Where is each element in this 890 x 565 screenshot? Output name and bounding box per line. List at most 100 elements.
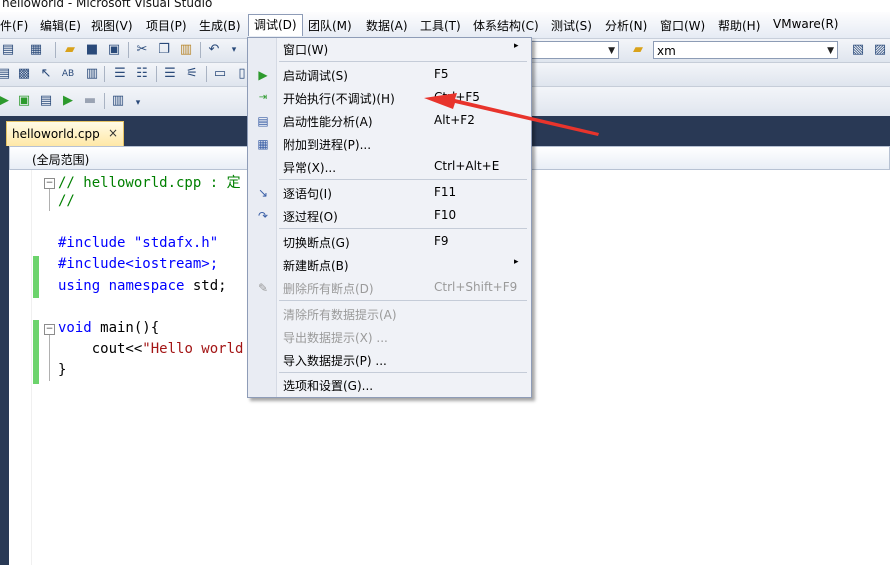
scope-dropdown[interactable]: (全局范围): [32, 151, 89, 168]
parameter-info-icon[interactable]: ↖: [38, 66, 54, 82]
debug-menu-delete-all-breakpoints[interactable]: ✎ 删除所有断点(D) Ctrl+Shift+F9: [248, 277, 531, 299]
start-debug-icon[interactable]: ▣: [16, 93, 32, 109]
menu-project[interactable]: 项目(P): [146, 17, 187, 34]
solution-config-combo[interactable]: ▼: [530, 41, 619, 59]
indent-icon[interactable]: ▤: [0, 66, 12, 82]
toolbar-divider: [55, 42, 56, 58]
find-combo[interactable]: xm ▼: [653, 41, 838, 59]
step-icon[interactable]: ▶: [60, 93, 76, 109]
complete-word-icon[interactable]: ▥: [84, 66, 100, 82]
menu-architecture[interactable]: 体系结构(C): [473, 17, 539, 34]
copy-icon[interactable]: ❐: [156, 42, 172, 58]
play-icon: ▶: [258, 68, 268, 82]
menu-test[interactable]: 测试(S): [551, 17, 592, 34]
play-icon[interactable]: ▶: [0, 93, 12, 109]
decrease-indent-icon[interactable]: ☰: [112, 66, 128, 82]
save-all-icon[interactable]: ▣: [106, 42, 122, 58]
debug-menu-attach-process[interactable]: ▦ 附加到进程(P)...: [248, 133, 531, 155]
collapse-icon[interactable]: −: [44, 324, 55, 335]
menu-debug[interactable]: 调试(D): [248, 14, 303, 36]
submenu-arrow-icon: ▸: [514, 257, 519, 267]
code-line: cout<<"Hello world: [58, 341, 244, 357]
submenu-arrow-icon: ▸: [514, 41, 519, 51]
menu-separator: [279, 61, 527, 62]
debug-menu-new-breakpoint[interactable]: 新建断点(B) ▸: [248, 254, 531, 276]
change-indicator: [33, 256, 39, 298]
open-folder-icon[interactable]: ▰: [62, 42, 78, 58]
debug-menu-start-without-debugging[interactable]: ⇥ 开始执行(不调试)(H) Ctrl+F5: [248, 87, 531, 109]
run-without-debug-icon: ⇥: [258, 92, 268, 103]
performance-icon: ▤: [257, 114, 269, 128]
outline-line: [49, 335, 50, 381]
toolbar-divider: [128, 42, 129, 58]
menu-edit[interactable]: 编辑(E): [40, 17, 81, 34]
editor-margin: [9, 170, 32, 565]
step-into-icon: ↘: [257, 186, 269, 200]
find-combo-value: xm: [657, 44, 676, 58]
comment-icon[interactable]: ☰: [162, 66, 178, 82]
watch-icon[interactable]: ▥: [110, 93, 126, 109]
code-line: using namespace std;: [58, 278, 227, 294]
step-over-icon: ↷: [257, 209, 269, 223]
undo-icon[interactable]: ↶: [206, 42, 222, 58]
paste-icon[interactable]: ▥: [178, 42, 194, 58]
quick-info-icon[interactable]: AB: [60, 66, 76, 82]
add-item-icon[interactable]: ▦: [28, 42, 44, 58]
save-icon[interactable]: ■: [84, 42, 100, 58]
menu-tools[interactable]: 工具(T): [420, 17, 461, 34]
collapse-icon[interactable]: −: [44, 178, 55, 189]
menu-vmware[interactable]: VMware(R): [773, 17, 838, 31]
menu-separator: [279, 179, 527, 180]
uncomment-icon[interactable]: ⚟: [184, 66, 200, 82]
toolbar-overflow-icon[interactable]: ▾: [130, 95, 146, 111]
close-icon[interactable]: ×: [108, 126, 118, 140]
debug-menu-window[interactable]: 窗口(W) ▸: [248, 38, 531, 60]
tab-helloworld-cpp[interactable]: helloworld.cpp ×: [6, 121, 124, 146]
toolbar-divider: [200, 42, 201, 58]
debug-menu-options[interactable]: 选项和设置(G)...: [248, 374, 531, 396]
member-list-icon[interactable]: ▩: [16, 66, 32, 82]
title-bar: helloworld - Microsoft Visual Studio: [0, 0, 890, 12]
find-in-files-icon[interactable]: ▰: [630, 42, 646, 58]
menu-team[interactable]: 团队(M): [308, 17, 352, 34]
menu-build[interactable]: 生成(B): [199, 17, 241, 34]
code-line: #include<iostream>;: [58, 256, 219, 272]
debug-menu-clear-datatips[interactable]: 清除所有数据提示(A): [248, 303, 531, 325]
debug-menu-import-datatips[interactable]: 导入数据提示(P) ...: [248, 349, 531, 371]
menu-separator: [279, 228, 527, 229]
toolbar-divider: [104, 66, 105, 82]
undo-dropdown-icon[interactable]: ▾: [226, 42, 242, 58]
code-line: }: [58, 362, 67, 378]
debug-menu-toggle-breakpoint[interactable]: 切换断点(G) F9: [248, 231, 531, 253]
menu-window[interactable]: 窗口(W): [660, 17, 705, 34]
cut-icon[interactable]: ✂: [134, 42, 150, 58]
debug-menu-exceptions[interactable]: 异常(X)... Ctrl+Alt+E: [248, 156, 531, 178]
toolbar-divider: [104, 93, 105, 109]
debug-menu-step-into[interactable]: ↘ 逐语句(I) F11: [248, 182, 531, 204]
break-icon[interactable]: ▤: [38, 93, 54, 109]
debug-menu-start-debugging[interactable]: ▶ 启动调试(S) F5: [248, 64, 531, 86]
chevron-down-icon: ▼: [827, 46, 834, 56]
properties-icon[interactable]: ▨: [872, 42, 888, 58]
chevron-down-icon: ▼: [608, 46, 615, 56]
debug-menu-export-datatips[interactable]: 导出数据提示(X) ...: [248, 326, 531, 348]
menu-file[interactable]: 件(F): [0, 17, 28, 34]
debug-menu-step-over[interactable]: ↷ 逐过程(O) F10: [248, 205, 531, 227]
bookmark-icon[interactable]: ▭: [212, 66, 228, 82]
toolbar-divider: [206, 66, 207, 82]
outline-line: [49, 189, 50, 211]
left-chrome: [0, 170, 9, 565]
solution-explorer-icon[interactable]: ▧: [850, 42, 866, 58]
menu-analyze[interactable]: 分析(N): [605, 17, 647, 34]
tab-label: helloworld.cpp: [12, 127, 100, 141]
window-title: helloworld - Microsoft Visual Studio: [2, 0, 213, 10]
new-project-icon[interactable]: ▤: [0, 42, 16, 58]
increase-indent-icon[interactable]: ☷: [134, 66, 150, 82]
stop-icon[interactable]: ▬: [82, 93, 98, 109]
menu-help[interactable]: 帮助(H): [718, 17, 760, 34]
delete-breakpoints-icon: ✎: [257, 281, 269, 295]
menu-separator: [279, 300, 527, 301]
menu-data[interactable]: 数据(A): [366, 17, 408, 34]
debug-menu-start-profiling[interactable]: ▤ 启动性能分析(A) Alt+F2: [248, 110, 531, 132]
menu-view[interactable]: 视图(V): [91, 17, 133, 34]
